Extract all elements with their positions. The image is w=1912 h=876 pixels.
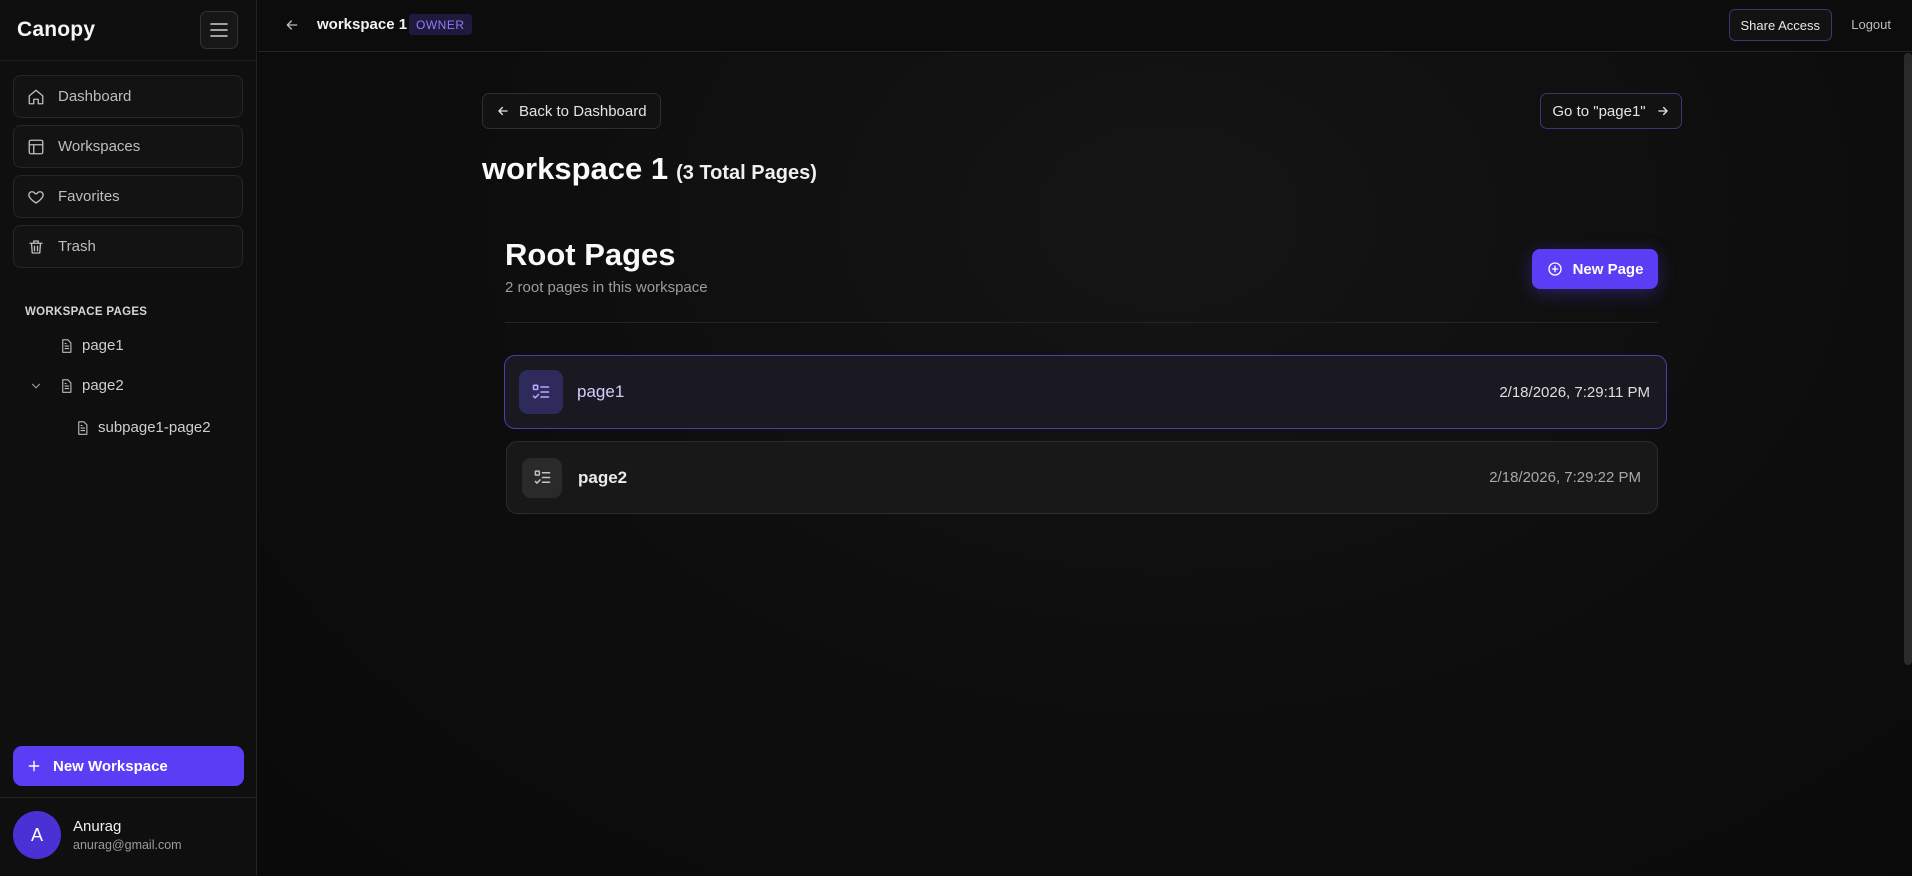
tree-item-page1[interactable]: page1 — [59, 337, 124, 354]
top-bar: workspace 1 OWNER Share Access Logout — [258, 0, 1912, 52]
page-card-page2[interactable]: page2 2/18/2026, 7:29:22 PM — [506, 441, 1658, 514]
back-to-dashboard-button[interactable]: Back to Dashboard — [482, 93, 661, 129]
file-icon — [75, 420, 90, 436]
sidebar-item-label: Favorites — [58, 188, 120, 205]
brand-logo[interactable]: Canopy — [17, 18, 95, 42]
logout-button[interactable]: Logout — [1851, 17, 1891, 32]
menu-toggle-button[interactable] — [200, 11, 238, 49]
workspace-pages-heading: WORKSPACE PAGES — [25, 306, 148, 318]
page-title: workspace 1 (3 Total Pages) — [482, 151, 817, 187]
new-workspace-button[interactable]: New Workspace — [13, 746, 244, 786]
home-icon — [27, 88, 45, 106]
sidebar-item-label: Workspaces — [58, 138, 141, 155]
sidebar: Canopy Dashboard Workspaces Favorites Tr… — [0, 0, 257, 876]
list-checks-icon — [522, 457, 562, 498]
sidebar-item-trash[interactable]: Trash — [13, 225, 243, 268]
user-profile[interactable]: A Anurag anurag@gmail.com — [13, 811, 182, 859]
sidebar-item-label: Trash — [58, 238, 96, 255]
user-email: anurag@gmail.com — [73, 838, 182, 852]
sidebar-item-workspaces[interactable]: Workspaces — [13, 125, 243, 168]
new-page-label: New Page — [1572, 260, 1644, 278]
sidebar-item-favorites[interactable]: Favorites — [13, 175, 243, 218]
tree-item-page2[interactable]: page2 — [29, 377, 124, 394]
layout-icon — [27, 138, 45, 156]
page-name: page2 — [578, 467, 628, 487]
tree-item-subpage1-page2[interactable]: subpage1-page2 — [75, 419, 211, 436]
scrollbar[interactable] — [1904, 53, 1912, 665]
file-icon — [59, 338, 74, 354]
new-page-button[interactable]: New Page — [1532, 249, 1658, 289]
avatar: A — [13, 811, 61, 859]
list-checks-icon — [519, 370, 563, 414]
plus-circle-icon — [1547, 261, 1563, 277]
total-pages-count: (3 Total Pages) — [676, 162, 817, 184]
page-timestamp: 2/18/2026, 7:29:22 PM — [1489, 469, 1641, 486]
section-title: Root Pages — [505, 237, 676, 272]
hamburger-icon — [210, 23, 228, 37]
page-card-page1[interactable]: page1 2/18/2026, 7:29:11 PM — [504, 355, 1667, 429]
heart-icon — [27, 188, 45, 206]
user-name: Anurag — [73, 818, 122, 835]
role-badge: OWNER — [409, 14, 472, 35]
tree-item-label: page2 — [82, 377, 124, 394]
divider — [505, 322, 1658, 323]
arrow-left-icon — [496, 104, 510, 118]
sidebar-nav: Dashboard Workspaces Favorites Trash — [0, 61, 256, 268]
chevron-down-icon[interactable] — [29, 379, 43, 393]
sidebar-item-label: Dashboard — [58, 88, 132, 105]
back-to-dashboard-label: Back to Dashboard — [519, 102, 647, 120]
sidebar-header: Canopy — [0, 0, 256, 61]
section-subtitle: 2 root pages in this workspace — [505, 279, 708, 296]
trash-icon — [27, 238, 45, 256]
tree-item-label: page1 — [82, 337, 124, 354]
divider — [0, 797, 256, 798]
file-icon — [59, 378, 74, 394]
page-name: page1 — [577, 382, 625, 401]
page-timestamp: 2/18/2026, 7:29:11 PM — [1499, 383, 1650, 401]
back-arrow-icon[interactable] — [284, 17, 300, 33]
share-access-button[interactable]: Share Access — [1728, 9, 1832, 41]
new-workspace-label: New Workspace — [53, 757, 168, 775]
workspace-title: workspace 1 — [317, 16, 408, 33]
plus-icon — [27, 759, 41, 773]
tree-item-label: subpage1-page2 — [98, 419, 211, 436]
go-to-page-button[interactable]: Go to "page1" — [1540, 93, 1682, 129]
sidebar-item-dashboard[interactable]: Dashboard — [13, 75, 243, 118]
go-to-page-label: Go to "page1" — [1552, 102, 1646, 120]
workspace-name: workspace 1 — [482, 151, 669, 186]
arrow-right-icon — [1656, 104, 1670, 118]
